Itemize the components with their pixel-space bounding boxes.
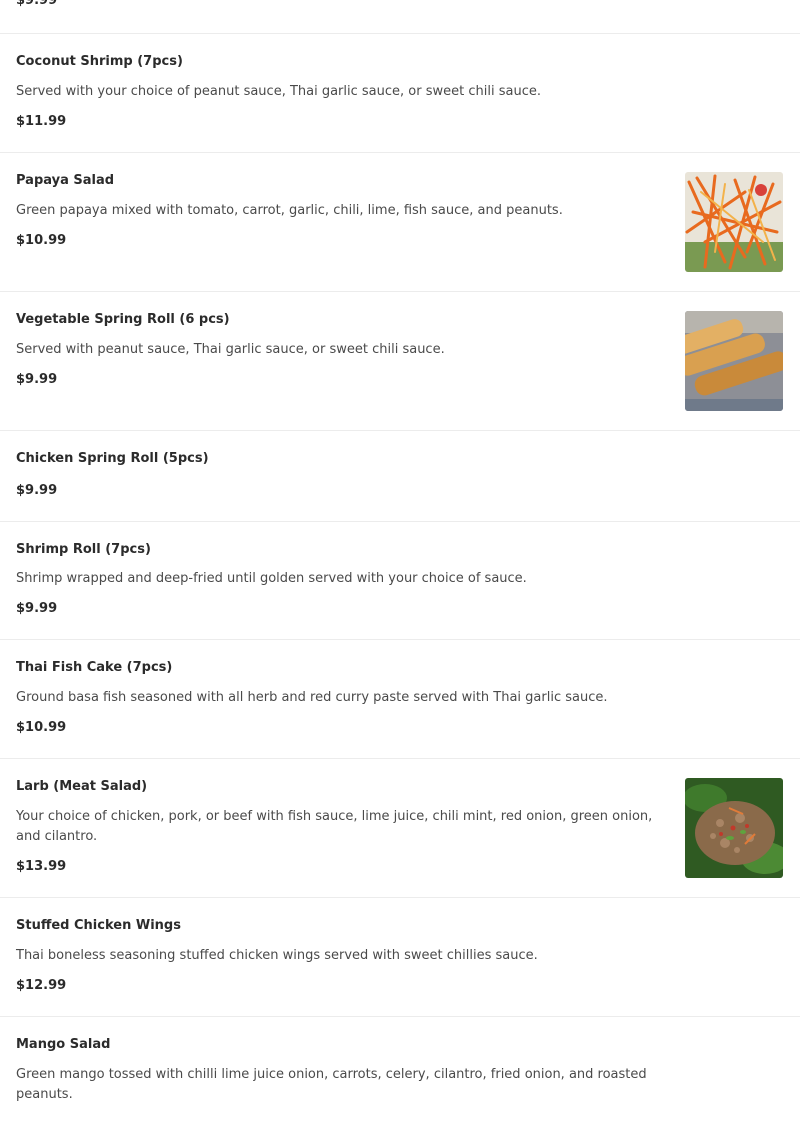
menu-item-shrimp-roll[interactable]: Shrimp Roll (7pcs) Shrimp wrapped and de… xyxy=(0,522,800,640)
item-description: Ground basa fish seasoned with all herb … xyxy=(16,690,608,705)
item-description: Your choice of chicken, pork, or beef wi… xyxy=(16,809,653,844)
menu-item-mango-salad[interactable]: Mango Salad Green mango tossed with chil… xyxy=(0,1017,800,1136)
item-name: Vegetable Spring Roll (6 pcs) xyxy=(16,312,230,327)
menu-item-thai-fish-cake[interactable]: Thai Fish Cake (7pcs) Ground basa fish s… xyxy=(0,640,800,759)
item-name: Larb (Meat Salad) xyxy=(16,779,148,794)
item-name: Shrimp Roll (7pcs) xyxy=(16,542,151,557)
item-name: Thai Fish Cake (7pcs) xyxy=(16,660,173,675)
item-name: Stuffed Chicken Wings xyxy=(16,918,181,933)
item-price: $13.99 xyxy=(16,859,67,874)
item-description: Green papaya mixed with tomato, carrot, … xyxy=(16,203,563,218)
item-description: Green mango tossed with chilli lime juic… xyxy=(16,1067,647,1102)
item-price: $12.99 xyxy=(16,978,67,993)
menu-item-vegetable-spring-roll[interactable]: Vegetable Spring Roll (6 pcs) Served wit… xyxy=(0,292,800,431)
item-name: Coconut Shrimp (7pcs) xyxy=(16,54,183,69)
papaya-salad-photo[interactable] xyxy=(685,172,783,272)
spring-roll-photo[interactable] xyxy=(685,311,783,411)
item-price: $11.99 xyxy=(16,114,67,129)
item-price: $10.99 xyxy=(16,720,67,735)
menu-item-larb[interactable]: Larb (Meat Salad) Your choice of chicken… xyxy=(0,759,800,898)
item-name: Mango Salad xyxy=(16,1037,111,1052)
item-description: Shrimp wrapped and deep-fried until gold… xyxy=(16,571,527,586)
menu-item-stuffed-chicken-wings[interactable]: Stuffed Chicken Wings Thai boneless seas… xyxy=(0,898,800,1017)
item-description: Served with peanut sauce, Thai garlic sa… xyxy=(16,342,445,357)
menu-item-coconut-shrimp[interactable]: Coconut Shrimp (7pcs) Served with your c… xyxy=(0,34,800,153)
item-name: Papaya Salad xyxy=(16,173,115,188)
item-description: Thai boneless seasoning stuffed chicken … xyxy=(16,948,538,963)
item-price: $9.99 xyxy=(16,483,58,498)
menu-item-chicken-spring-roll[interactable]: Chicken Spring Roll (5pcs) $9.99 xyxy=(0,431,800,522)
item-price: $9.99 xyxy=(16,601,58,616)
item-price: $9.99 xyxy=(16,0,58,8)
item-name: Chicken Spring Roll (5pcs) xyxy=(16,451,209,466)
item-price: $10.99 xyxy=(16,233,67,248)
menu-item-papaya-salad[interactable]: Papaya Salad Green papaya mixed with tom… xyxy=(0,153,800,292)
item-description: Served with your choice of peanut sauce,… xyxy=(16,84,541,99)
menu-item-partial[interactable]: $9.99 xyxy=(0,0,800,34)
larb-salad-photo[interactable] xyxy=(685,778,783,878)
item-price: $9.99 xyxy=(16,372,58,387)
